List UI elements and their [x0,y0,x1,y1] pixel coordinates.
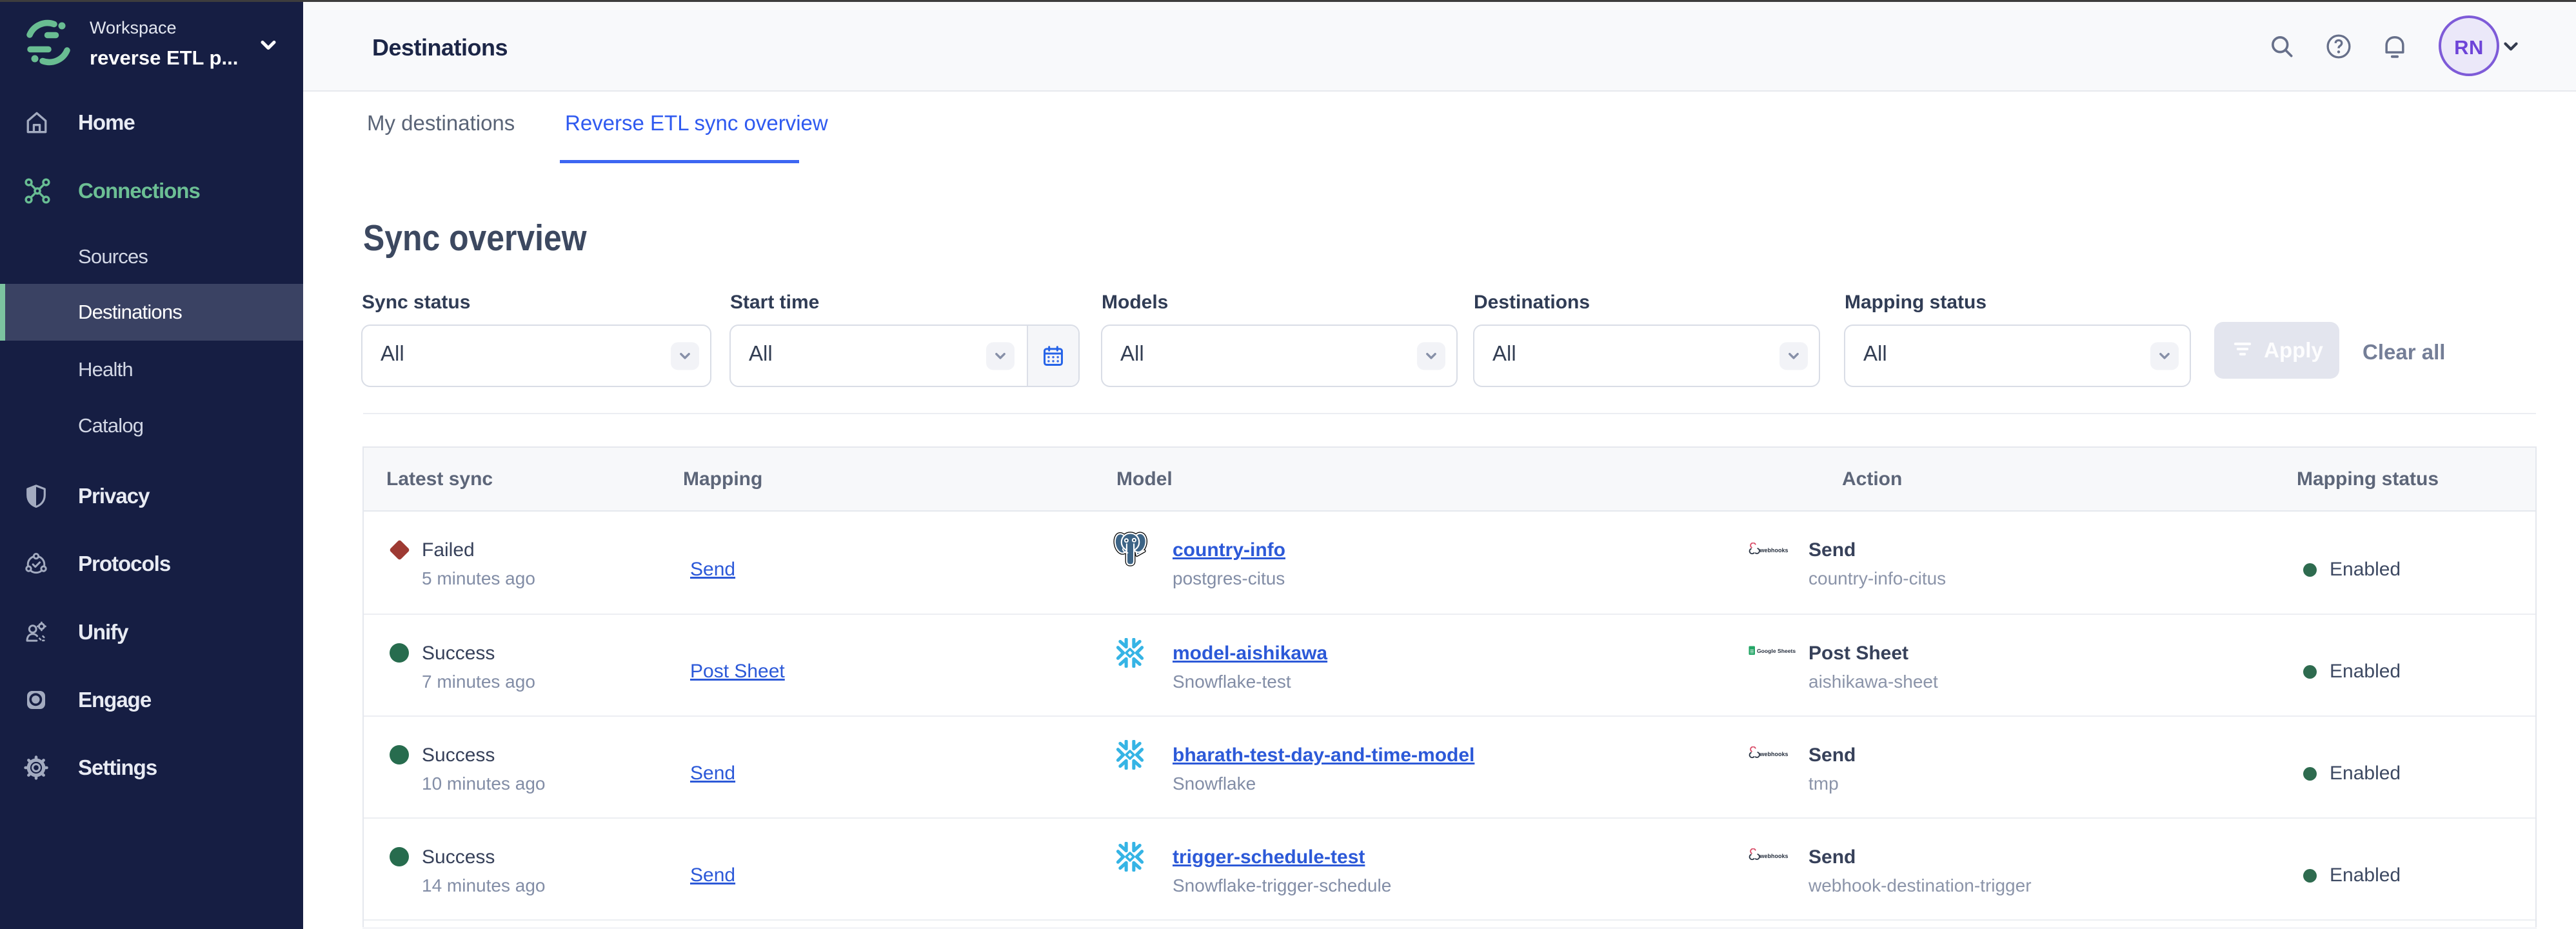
svg-text:webhooks: webhooks [1759,853,1788,859]
svg-text:webhooks: webhooks [1759,751,1788,757]
svg-text:Google Sheets: Google Sheets [1757,648,1796,654]
svg-text:webhooks: webhooks [1759,547,1788,554]
